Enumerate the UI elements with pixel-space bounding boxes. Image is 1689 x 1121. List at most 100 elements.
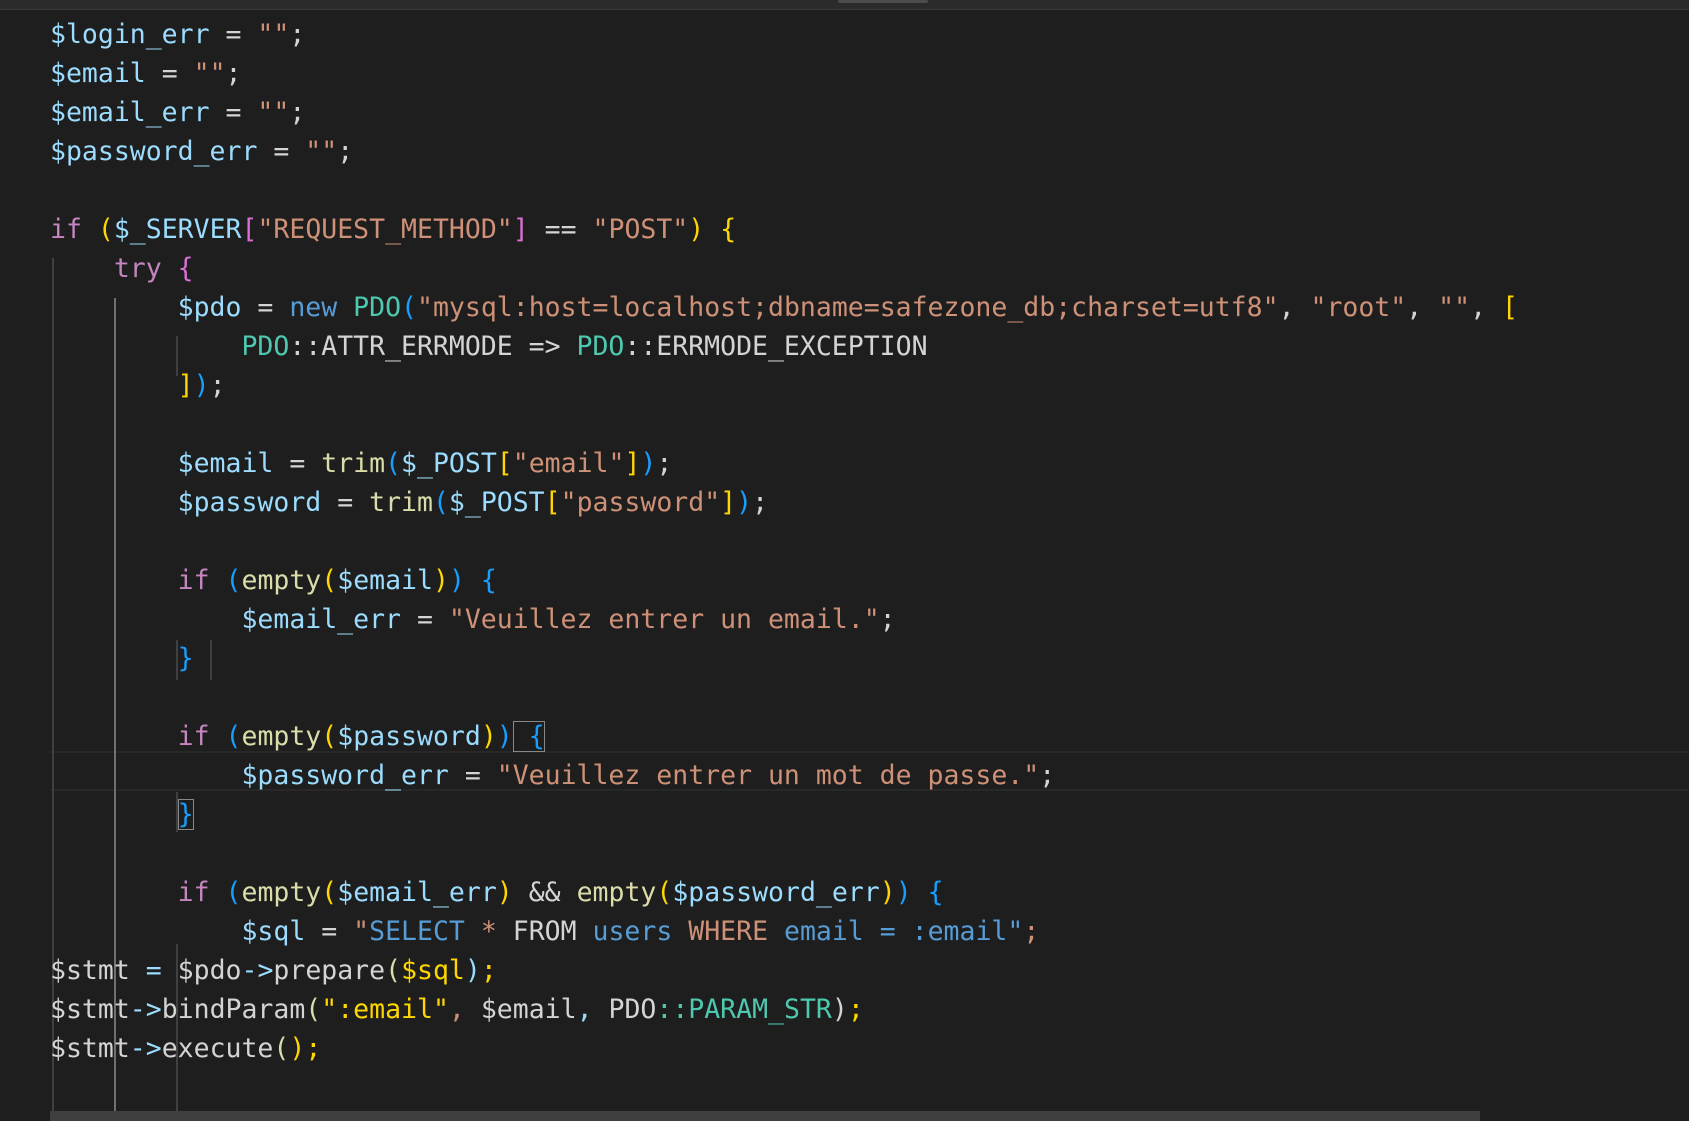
token: $password bbox=[177, 487, 322, 518]
token: ( bbox=[321, 721, 338, 752]
title-fragment bbox=[838, 0, 928, 3]
token: ) bbox=[432, 565, 449, 596]
code-line-17[interactable]: } bbox=[50, 638, 194, 679]
token: bindParam bbox=[161, 994, 306, 1025]
code-line-20[interactable]: $password_err = "Veuillez entrer un mot … bbox=[50, 755, 1055, 796]
token: ::PARAM_STR bbox=[656, 994, 832, 1025]
token: $email bbox=[177, 448, 274, 479]
tab-bar-edge bbox=[0, 0, 1689, 10]
token: ( bbox=[225, 721, 242, 752]
token: FROM bbox=[512, 916, 577, 947]
token: $pdo bbox=[177, 955, 242, 986]
token: = bbox=[209, 19, 258, 50]
horizontal-scrollbar[interactable] bbox=[50, 1111, 1480, 1121]
token: if bbox=[177, 721, 226, 752]
code-line-9[interactable]: PDO::ATTR_ERRMODE => PDO::ERRMODE_EXCEPT… bbox=[50, 326, 928, 367]
token: ; bbox=[752, 487, 769, 518]
code-line-7[interactable]: try { bbox=[50, 248, 194, 289]
code-line-8[interactable]: $pdo = new PDO("mysql:host=localhost;dbn… bbox=[50, 287, 1518, 328]
token: "" bbox=[257, 97, 290, 128]
token: if bbox=[177, 565, 226, 596]
token: ; bbox=[847, 994, 864, 1025]
code-line-12[interactable]: $email = trim($_POST["email"]); bbox=[50, 443, 673, 484]
token: ; bbox=[879, 604, 896, 635]
token: WHERE bbox=[688, 916, 769, 947]
token: $password_err bbox=[672, 877, 880, 908]
token: " bbox=[353, 916, 370, 947]
token: ( bbox=[321, 565, 338, 596]
token: ::ERRMODE_EXCEPTION bbox=[624, 331, 928, 362]
token: ] bbox=[720, 487, 737, 518]
token: = bbox=[145, 58, 194, 89]
token: ( bbox=[225, 565, 242, 596]
code-line-19[interactable]: if (empty($password)) { bbox=[50, 716, 545, 757]
token: ; bbox=[289, 97, 306, 128]
token: PDO bbox=[608, 994, 657, 1025]
code-line-26[interactable]: $stmt->bindParam(":email", $email, PDO::… bbox=[50, 989, 1055, 1030]
token: = bbox=[401, 604, 449, 635]
code-line-24[interactable]: $sql = "SELECT * FROM users WHERE email … bbox=[50, 911, 1231, 952]
token: , bbox=[1278, 292, 1311, 323]
token: [ bbox=[1501, 292, 1518, 323]
token: ) bbox=[640, 448, 657, 479]
token: ::ATTR_ERRMODE => bbox=[289, 331, 577, 362]
code-line-15[interactable]: if (empty($email)) { bbox=[50, 560, 497, 601]
token: $login_err bbox=[50, 19, 210, 50]
code-line-6[interactable]: if ($_SERVER["REQUEST_METHOD"] == "POST"… bbox=[50, 209, 736, 250]
code-line-3[interactable]: $email_err = ""; bbox=[50, 92, 305, 133]
code-line-13[interactable]: $password = trim($_POST["password"]); bbox=[50, 482, 768, 523]
token: empty bbox=[576, 877, 657, 908]
token: $stmt bbox=[50, 955, 130, 986]
code-line-10[interactable]: ]); bbox=[50, 365, 226, 406]
code-line-2[interactable]: $email = ""; bbox=[50, 53, 242, 94]
code-line-4[interactable]: $password_err = ""; bbox=[50, 131, 353, 172]
token: ] bbox=[512, 214, 529, 245]
code-editor[interactable]: $login_err = ""; $email = ""; $email_err… bbox=[0, 0, 1689, 1121]
token: * bbox=[464, 916, 513, 947]
code-line-23[interactable]: if (empty($email_err) && empty($password… bbox=[50, 872, 944, 913]
token: , bbox=[576, 994, 609, 1025]
token: try bbox=[113, 253, 162, 284]
token: ; bbox=[225, 58, 242, 89]
token: = bbox=[448, 760, 497, 791]
token: $pdo bbox=[177, 292, 242, 323]
code-line-1[interactable]: $login_err = ""; bbox=[50, 14, 305, 55]
token: $sql bbox=[401, 955, 465, 986]
token: ] bbox=[624, 448, 641, 479]
token: { bbox=[512, 721, 545, 752]
token: { bbox=[911, 877, 944, 908]
token: ) bbox=[448, 565, 465, 596]
code-line-27[interactable]: $stmt->execute(); bbox=[50, 1028, 321, 1069]
token: ( bbox=[385, 448, 402, 479]
token: $stmt bbox=[50, 994, 130, 1025]
token: ] bbox=[177, 370, 194, 401]
token: users bbox=[576, 916, 689, 947]
token: = bbox=[129, 955, 178, 986]
token: $sql bbox=[241, 916, 306, 947]
code-line-25[interactable]: $stmt = $pdo->prepare($sql); bbox=[50, 950, 688, 991]
token: ) bbox=[496, 721, 513, 752]
token: PDO bbox=[576, 331, 625, 362]
token: ; bbox=[289, 19, 306, 50]
token: = bbox=[241, 292, 290, 323]
code-line-21[interactable]: } bbox=[50, 794, 194, 835]
token: ( bbox=[321, 877, 338, 908]
token: "" bbox=[305, 136, 338, 167]
token: prepare bbox=[273, 955, 386, 986]
token: { bbox=[161, 253, 194, 284]
token: $email bbox=[480, 994, 577, 1025]
token: execute bbox=[161, 1033, 274, 1064]
token: -> bbox=[129, 994, 162, 1025]
code-line-16[interactable]: $email_err = "Veuillez entrer un email."… bbox=[50, 599, 896, 640]
token: trim bbox=[369, 487, 433, 518]
token: ) bbox=[879, 877, 896, 908]
token: ) bbox=[688, 214, 705, 245]
token: { bbox=[704, 214, 737, 245]
token: "" bbox=[257, 19, 290, 50]
